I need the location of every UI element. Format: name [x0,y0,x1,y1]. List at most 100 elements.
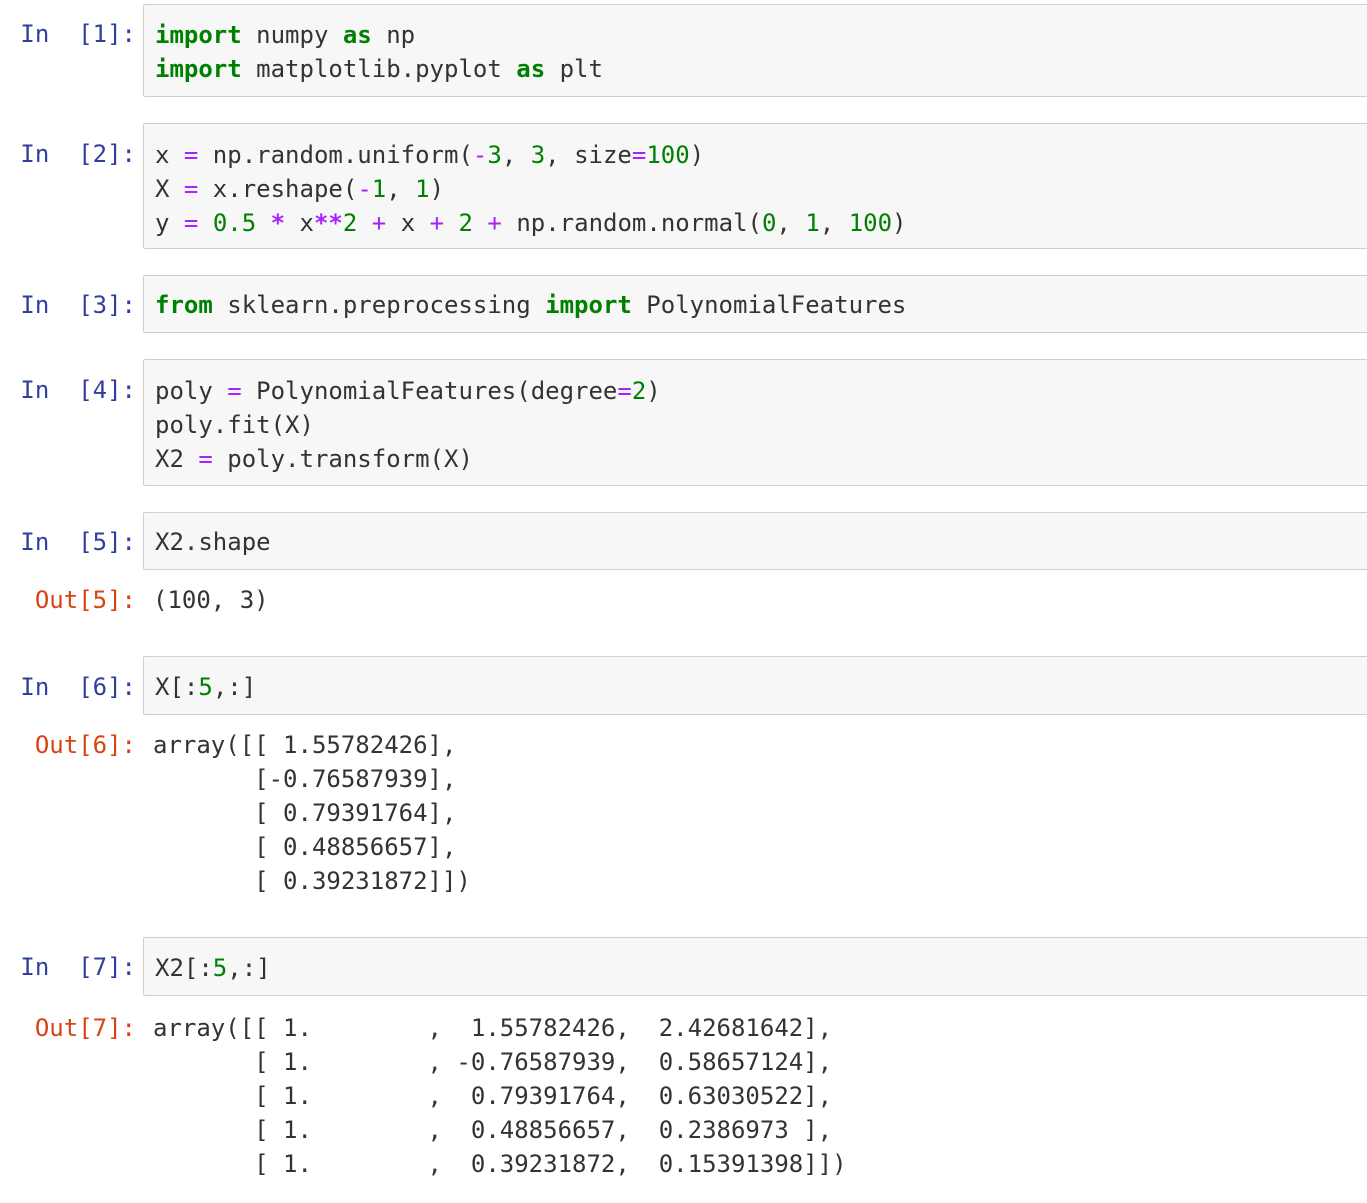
code-token: import [545,291,632,319]
in-prompt: In [1]: [20,20,136,48]
output-line: [ 1. , 0.79391764, 0.63030522], [153,1082,833,1110]
code-token: * [270,209,286,237]
code-token: - [472,141,488,169]
code-line: import numpy as np [155,18,1367,52]
code-token: np [371,21,416,49]
code-token: from [155,291,213,319]
code-token: y [155,209,184,237]
code-token: 100 [848,209,893,237]
code-token: + [371,209,387,237]
code-token: X2 [155,445,199,473]
code-token: = [198,445,213,473]
code-line: x = np.random.uniform(-3, 3, size=100) [155,138,1367,172]
code-token: , [501,141,531,169]
out-prompt: Out[5]: [34,586,136,614]
output-line: [ 0.39231872]]) [153,867,471,895]
code-token: 2 [342,209,358,237]
code-token: 5 [212,954,228,982]
code-token: , size [545,141,632,169]
in-prompt: In [5]: [20,528,136,556]
code-token: = [631,141,647,169]
code-token: , [819,209,849,237]
code-token: np.random.normal( [501,209,762,237]
code-token: import [155,55,242,83]
code-token: + [429,209,445,237]
code-editor[interactable]: poly = PolynomialFeatures(degree=2) poly.… [143,359,1367,486]
code-token: numpy [241,21,343,49]
code-token: 0.5 [212,209,257,237]
code-token: , [776,209,806,237]
output-line: [ 0.48856657], [153,833,457,861]
code-token: ** [313,209,343,237]
code-token: ) [646,377,661,405]
code-line: poly = PolynomialFeatures(degree=2) [155,374,1367,408]
code-line: X = x.reshape(-1, 1) [155,172,1367,206]
in-prompt: In [3]: [20,291,136,319]
code-token: np.random.uniform( [198,141,473,169]
code-token: import [155,21,242,49]
code-token: PolynomialFeatures(degree [241,377,618,405]
code-token: 3 [530,141,546,169]
code-line: X[:5,:] [155,670,1367,704]
output-line: [ 1. , -0.76587939, 0.58657124], [153,1048,833,1076]
code-token: X[: [155,673,199,701]
out-prompt: Out[7]: [34,1014,136,1042]
code-token: x [386,209,430,237]
code-token: - [357,175,372,203]
code-token: ,:] [212,673,257,701]
code-token: ,:] [227,954,271,982]
code-token: 2 [631,377,647,405]
code-token: poly [155,377,228,405]
code-line: import matplotlib.pyplot as plt [155,52,1367,86]
in-prompt: In [2]: [20,140,136,168]
output-area: array([[ 1.55782426], [-0.76587939], [ 0… [153,728,1353,898]
code-token: 3 [487,141,502,169]
code-token: x [155,141,184,169]
code-line: X2[:5,:] [155,951,1367,985]
code-token: 100 [646,141,690,169]
out-prompt: Out[6]: [34,731,136,759]
output-line: array([[ 1.55782426], [153,731,457,759]
in-prompt: In [7]: [20,953,136,981]
output-line: [ 1. , 0.39231872, 0.15391398]]) [153,1150,847,1178]
code-token: 1 [371,175,387,203]
output-area: (100, 3) [153,583,1353,617]
code-editor[interactable]: X[:5,:] [143,656,1367,715]
code-token: X2.shape [155,528,271,556]
code-token: = [227,377,242,405]
code-line: from sklearn.preprocessing import Polyno… [155,288,1367,322]
code-token: = [617,377,632,405]
code-token: = [183,209,199,237]
code-token: ) [429,175,445,203]
code-editor[interactable]: import numpy as np import matplotlib.pypl… [143,4,1367,97]
code-token: plt [545,55,603,83]
code-line: poly.fit(X) [155,408,1367,442]
output-line: [ 1. , 0.48856657, 0.2386973 ], [153,1116,833,1144]
code-token: as [516,55,546,83]
code-editor[interactable]: X2[:5,:] [143,937,1367,996]
code-token: + [487,209,502,237]
in-prompt: In [6]: [20,673,136,701]
code-token: poly.transform(X) [212,445,473,473]
output-area: array([[ 1. , 1.55782426, 2.42681642], [… [153,1011,1353,1181]
code-line: X2 = poly.transform(X) [155,442,1367,476]
code-editor[interactable]: from sklearn.preprocessing import Polyno… [143,275,1367,333]
code-token: sklearn.preprocessing [212,291,546,319]
code-token: = [183,175,199,203]
output-line: (100, 3) [153,586,269,614]
code-token: 1 [805,209,820,237]
in-prompt: In [4]: [20,376,136,404]
code-token: x.reshape( [198,175,358,203]
code-token: = [183,141,199,169]
code-token: X [155,175,184,203]
output-line: array([[ 1. , 1.55782426, 2.42681642], [153,1014,833,1042]
code-editor[interactable]: X2.shape [143,512,1367,570]
code-editor[interactable]: x = np.random.uniform(-3, 3, size=100) X … [143,123,1367,249]
code-token: 5 [198,673,213,701]
code-token: , [386,175,416,203]
